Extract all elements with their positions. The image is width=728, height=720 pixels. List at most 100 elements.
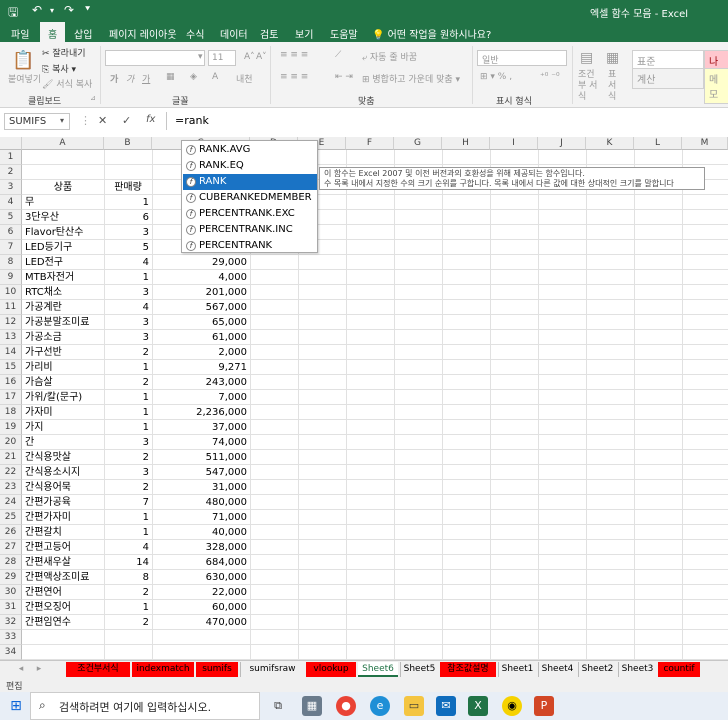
cell-quantity[interactable]: 6 [104,210,152,225]
indent-icon[interactable]: ⇤ ⇥ [335,72,353,82]
cell-amount[interactable]: 40,000 [152,525,250,540]
cell-product[interactable]: 간편가공육 [22,495,104,510]
row-header[interactable]: 24 [0,495,22,510]
cell-quantity[interactable]: 5 [104,240,152,255]
cell-quantity[interactable]: 2 [104,375,152,390]
cell-quantity[interactable]: 1 [104,600,152,615]
row-header[interactable]: 14 [0,345,22,360]
cell-quantity[interactable]: 1 [104,405,152,420]
row-header[interactable]: 6 [0,225,22,240]
font-name-dropdown[interactable] [105,50,205,66]
bold-icon[interactable]: 가 [110,72,118,85]
font-color-icon[interactable]: A [212,72,218,82]
cell-amount[interactable]: 684,000 [152,555,250,570]
cell-product[interactable]: 간편임연수 [22,615,104,630]
cell-amount[interactable]: 470,000 [152,615,250,630]
row-header[interactable]: 3 [0,180,22,195]
align-top-icon[interactable]: ≡ ≡ ≡ [280,50,308,60]
cell-product[interactable]: 간편연어 [22,585,104,600]
table-format-icon[interactable]: ▦ [606,50,619,66]
cell-quantity[interactable]: 3 [104,315,152,330]
row-header[interactable]: 21 [0,450,22,465]
cell-quantity[interactable]: 1 [104,390,152,405]
cell-product[interactable]: LED전구 [22,255,104,270]
cell-quantity[interactable]: 8 [104,570,152,585]
row-header[interactable]: 1 [0,150,22,165]
style-calculation[interactable]: 계산 [632,68,704,89]
cell-amount[interactable]: 547,000 [152,465,250,480]
row-header[interactable]: 20 [0,435,22,450]
column-header[interactable]: F [346,137,394,150]
cell-product[interactable]: Flavor탄산수 [22,225,104,240]
cell-product[interactable]: RTC채소 [22,285,104,300]
cell-product[interactable]: 간편고등어 [22,540,104,555]
cell-product[interactable]: 간 [22,435,104,450]
name-box-dropdown-icon[interactable]: ▾ [60,116,64,125]
autocomplete-item-selected[interactable]: f RANK [183,174,317,190]
row-header[interactable]: 26 [0,525,22,540]
cell-product[interactable]: 간식용소시지 [22,465,104,480]
tab-view[interactable]: 보기 [295,26,313,41]
row-header[interactable]: 34 [0,645,22,660]
tab-review[interactable]: 검토 [260,26,278,41]
cell-product[interactable]: 가공소금 [22,330,104,345]
table-format-button[interactable]: 표 서식 [608,70,620,103]
cell-product[interactable]: 간편가자미 [22,510,104,525]
column-header[interactable]: B [104,137,152,150]
cell-amount[interactable]: 37,000 [152,420,250,435]
cell-amount[interactable]: 74,000 [152,435,250,450]
cell-product[interactable]: 가슴살 [22,375,104,390]
sheet-tab[interactable]: indexmatch [132,662,194,677]
sheet-tab[interactable]: Sheet2 [578,662,616,677]
taskbar-search-box[interactable]: ⌕ 검색하려면 여기에 입력하십시오. [30,692,260,720]
cell-amount[interactable]: 65,000 [152,315,250,330]
column-header[interactable]: H [442,137,490,150]
cell-amount[interactable]: 71,000 [152,510,250,525]
formula-input[interactable]: =rank [166,112,728,130]
redo-icon[interactable]: ↷ [64,3,74,17]
row-header[interactable]: 28 [0,555,22,570]
task-view-icon[interactable]: ⧉ [268,696,288,716]
row-header[interactable]: 33 [0,630,22,645]
autocomplete-item[interactable]: f PERCENTRANK.EXC [183,206,317,222]
merge-center-button[interactable]: ⊞ 병합하고 가운데 맞춤 ▾ [362,72,460,85]
customize-qat-icon[interactable]: ⯆ [84,5,91,15]
cell-quantity[interactable]: 4 [104,540,152,555]
font-shrink-icon[interactable]: A˅ [256,52,267,62]
cell-product[interactable]: MTB자전거 [22,270,104,285]
cell-product[interactable]: 가구선반 [22,345,104,360]
row-header[interactable]: 10 [0,285,22,300]
row-header[interactable]: 23 [0,480,22,495]
row-header[interactable]: 8 [0,255,22,270]
kakaotalk-icon[interactable]: ◉ [502,696,522,716]
column-header[interactable]: A [22,137,104,150]
italic-icon[interactable]: 가 [126,72,134,85]
tab-data[interactable]: 데이터 [220,26,248,41]
copy-button[interactable]: ⎘ 복사 ▾ [42,62,76,75]
cell-quantity[interactable]: 1 [104,525,152,540]
chrome-icon[interactable]: ● [336,696,356,716]
row-header[interactable]: 17 [0,390,22,405]
tab-help[interactable]: 도움말 [330,26,358,41]
sheet-tab[interactable]: 조건부서식 [66,662,130,677]
currency-icon[interactable]: ⊞ ▾ % , [480,72,512,82]
scroll-right-icon[interactable]: ▸ [34,662,44,677]
decimal-icon[interactable]: ⁺⁰ ⁻⁰ [540,72,560,82]
cell-product[interactable]: 간식용어묵 [22,480,104,495]
cell-quantity[interactable]: 7 [104,495,152,510]
cell-amount[interactable]: 630,000 [152,570,250,585]
cancel-icon[interactable]: ✕ [98,114,107,127]
cell-quantity[interactable]: 1 [104,360,152,375]
autocomplete-item[interactable]: f RANK.EQ [183,158,317,174]
cell-quantity[interactable]: 3 [104,330,152,345]
cell-amount[interactable]: 201,000 [152,285,250,300]
tab-formulas[interactable]: 수식 [186,26,204,41]
row-header[interactable]: 27 [0,540,22,555]
row-header[interactable]: 7 [0,240,22,255]
insert-function-icon[interactable]: fx [146,114,155,125]
row-header[interactable]: 13 [0,330,22,345]
sheet-tab[interactable]: Sheet3 [618,662,656,677]
row-header[interactable]: 25 [0,510,22,525]
number-format-dropdown[interactable]: 일반 [477,50,567,66]
cell-amount[interactable]: 22,000 [152,585,250,600]
